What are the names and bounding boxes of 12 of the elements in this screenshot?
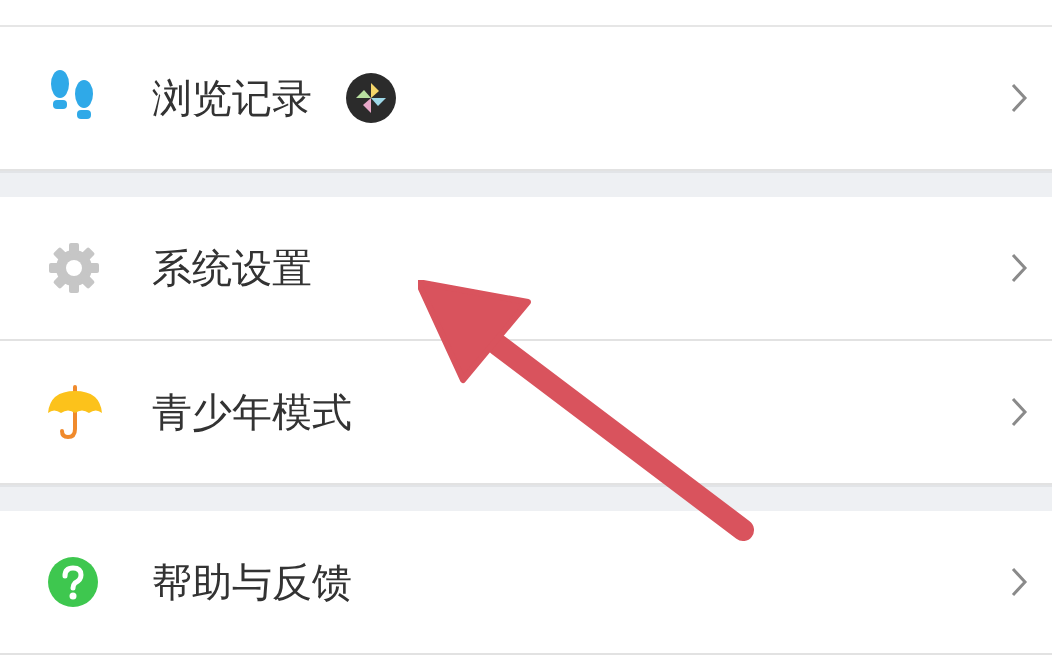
menu-label: 浏览记录 [152, 73, 312, 123]
chevron-icon [1010, 566, 1028, 598]
menu-label: 青少年模式 [152, 387, 352, 437]
menu-label: 帮助与反馈 [152, 557, 352, 607]
gear-icon [46, 240, 102, 296]
chevron-icon [1010, 396, 1028, 428]
menu-label: 系统设置 [152, 243, 312, 293]
menu-item[interactable]: 帮助与反馈 [0, 511, 1052, 655]
umbrella-icon [46, 383, 104, 441]
chevron-icon [1010, 252, 1028, 284]
chevron-icon [1010, 82, 1028, 114]
help-icon [46, 555, 100, 609]
